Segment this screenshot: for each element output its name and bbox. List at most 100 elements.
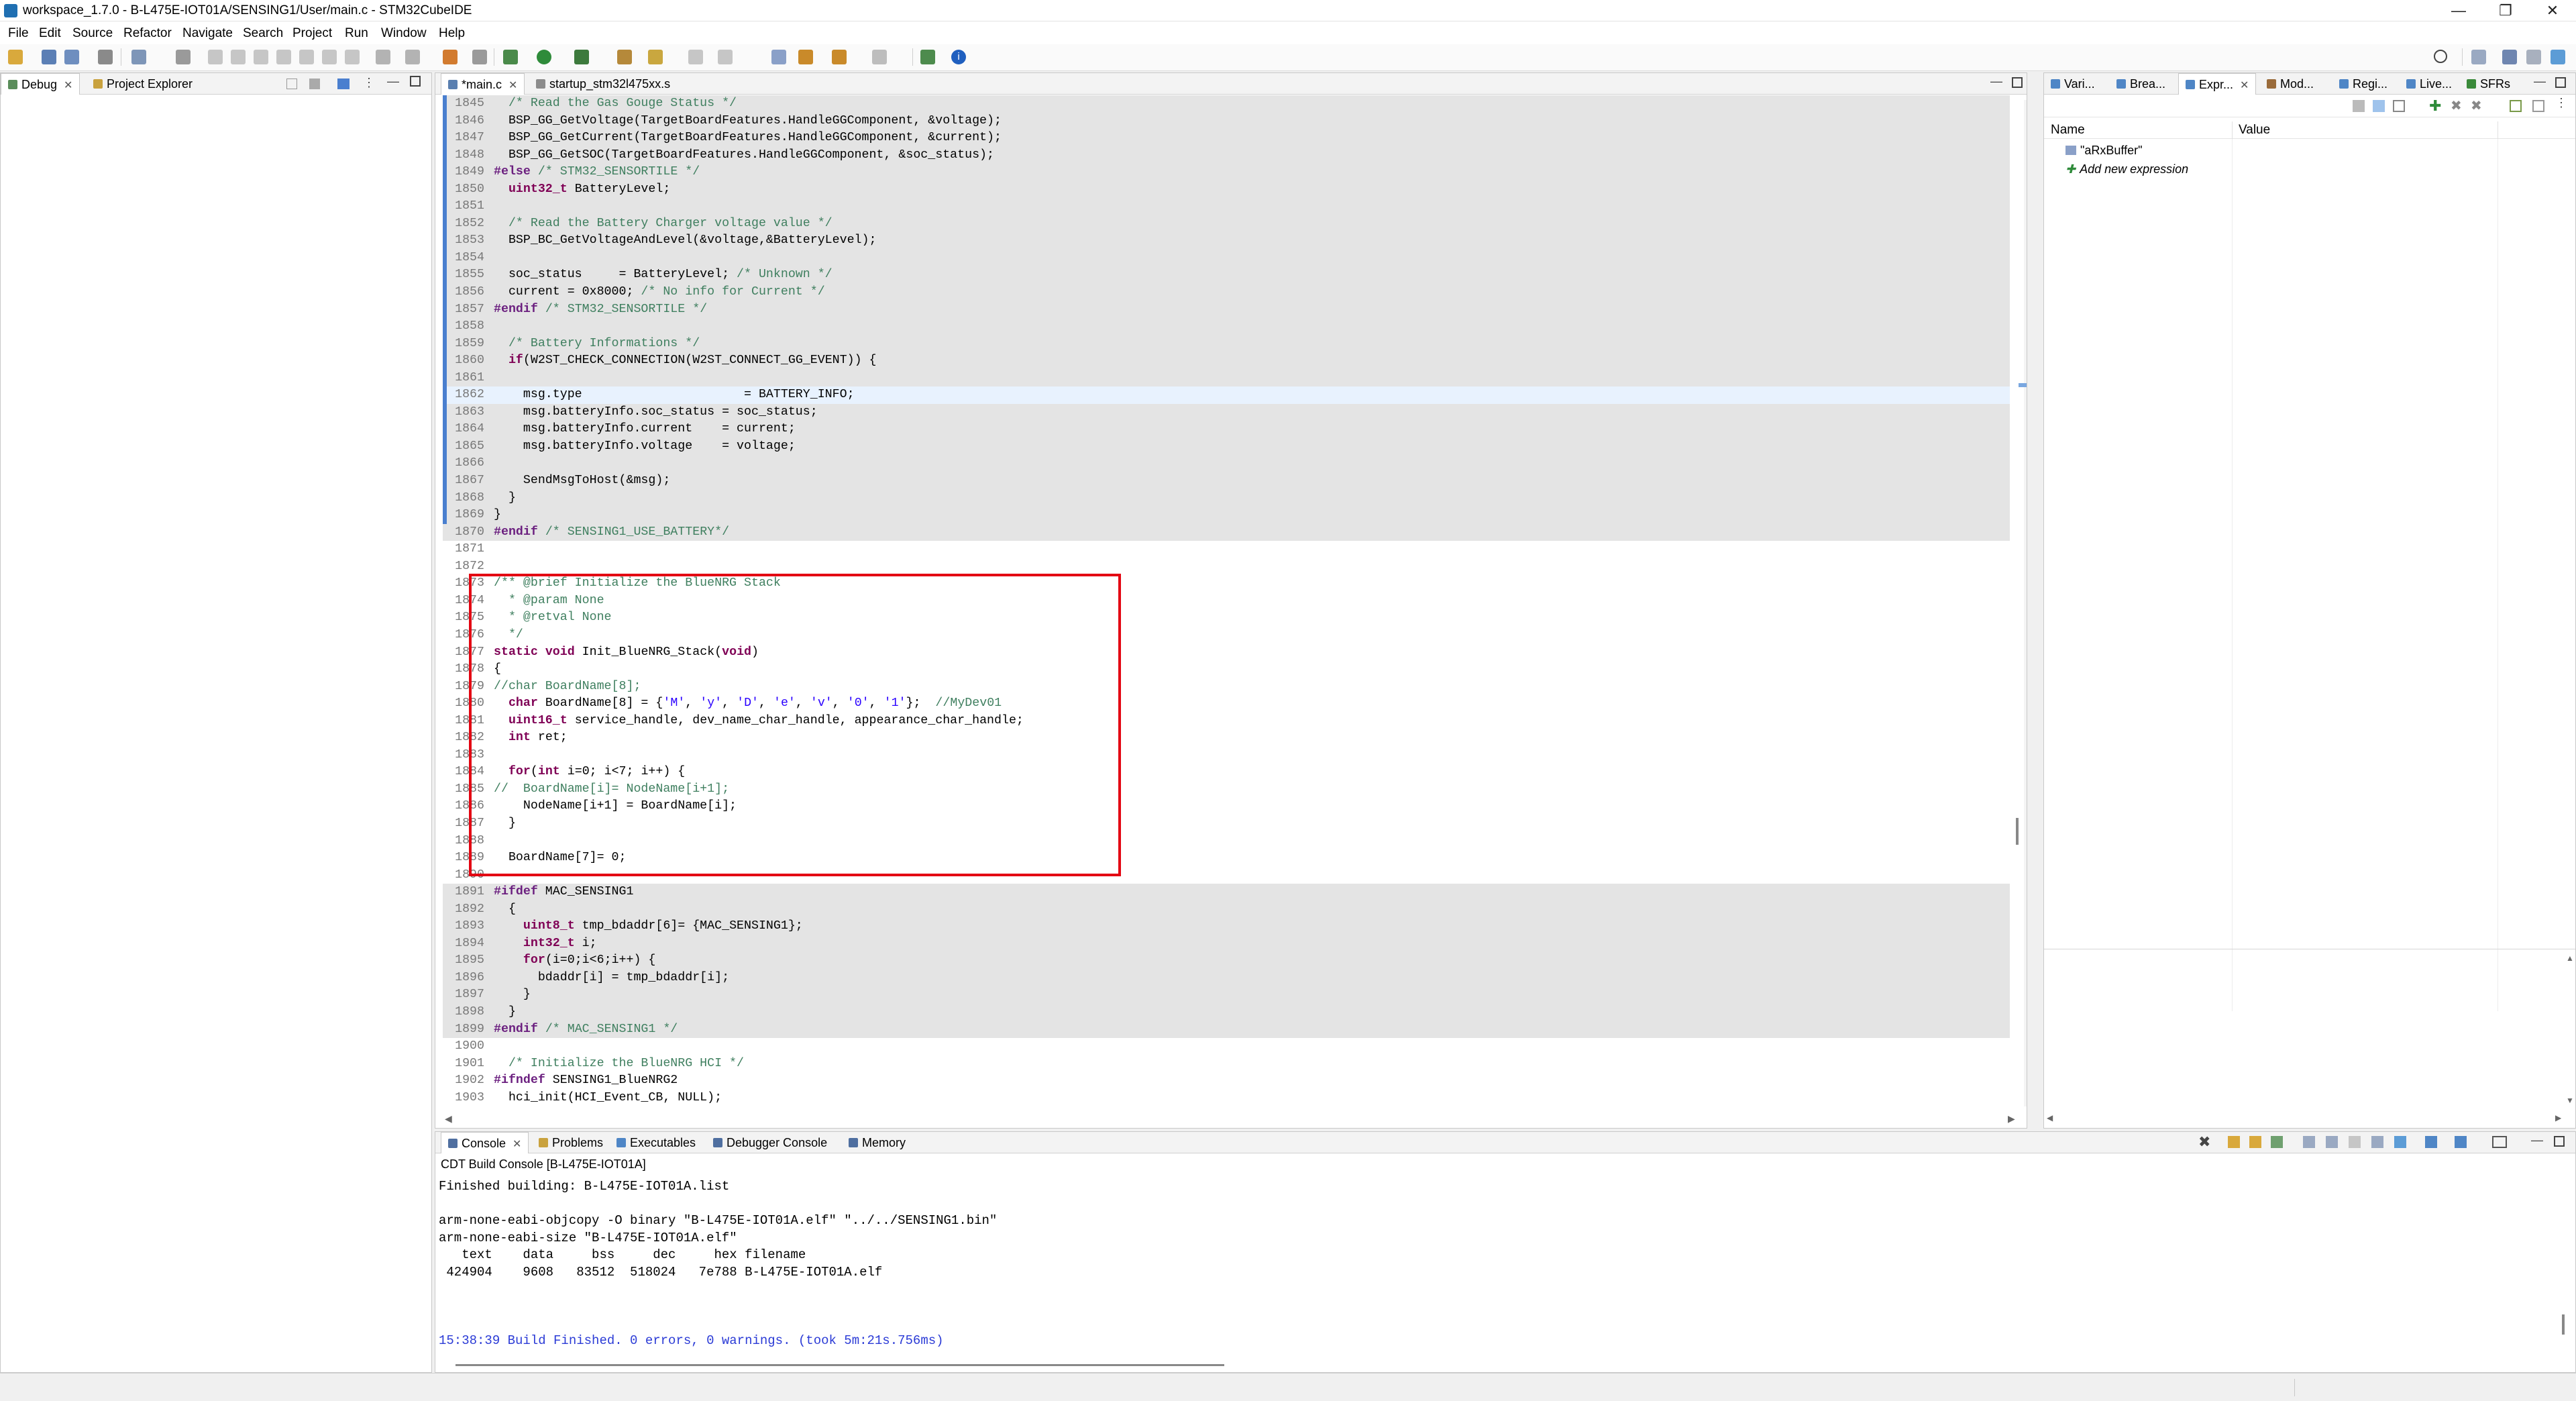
code-line[interactable]: 1846 BSP_GG_GetVoltage(TargetBoardFeatur… bbox=[443, 112, 2010, 130]
line-number[interactable]: 1894 bbox=[443, 935, 484, 953]
line-number[interactable]: 1891 bbox=[443, 884, 484, 901]
close-icon[interactable]: ✕ bbox=[508, 80, 517, 91]
line-number[interactable]: 1871 bbox=[443, 541, 484, 558]
line-number[interactable]: 1864 bbox=[443, 421, 484, 438]
menu-help[interactable]: Help bbox=[433, 26, 470, 41]
minimize-view-icon[interactable]: — bbox=[387, 74, 399, 89]
code-line[interactable]: 1896 bdaddr[i] = tmp_bdaddr[i]; bbox=[443, 969, 2010, 987]
step-into-icon[interactable] bbox=[299, 50, 314, 64]
minimize-view-icon[interactable]: — bbox=[2534, 74, 2546, 89]
filter-icon[interactable] bbox=[309, 79, 320, 89]
view-menu-icon[interactable]: ⋮ bbox=[2555, 96, 2567, 110]
code-text[interactable]: BSP_GG_GetCurrent(TargetBoardFeatures.Ha… bbox=[494, 129, 1002, 147]
line-number[interactable]: 1868 bbox=[443, 490, 484, 507]
close-icon[interactable]: ✕ bbox=[2240, 80, 2249, 91]
debug-icon[interactable] bbox=[503, 50, 518, 64]
add-expression-icon[interactable]: ✚ bbox=[2429, 99, 2441, 113]
code-line[interactable]: 1868 } bbox=[443, 489, 2010, 507]
line-number[interactable]: 1895 bbox=[443, 952, 484, 970]
scroll-up-icon[interactable]: ▲ bbox=[2566, 953, 2574, 963]
line-number[interactable]: 1848 bbox=[443, 147, 484, 164]
code-line[interactable]: 1894 int32_t i; bbox=[443, 935, 2010, 953]
view-menu-icon[interactable]: ⋮ bbox=[363, 76, 375, 90]
menu-source[interactable]: Source bbox=[67, 26, 118, 41]
code-text[interactable]: /* Read the Gas Gouge Status */ bbox=[494, 95, 737, 113]
tab-problems[interactable]: Problems bbox=[532, 1132, 610, 1153]
code-line[interactable]: 1899 #endif /* MAC_SENSING1 */ bbox=[443, 1021, 2010, 1039]
maximize-view-icon[interactable] bbox=[410, 76, 421, 87]
external-tools-icon[interactable] bbox=[574, 50, 589, 64]
code-line[interactable]: 1872 bbox=[443, 558, 2010, 576]
line-number[interactable]: 1901 bbox=[443, 1055, 484, 1073]
save-all-icon[interactable] bbox=[64, 50, 79, 64]
code-text[interactable]: /* Read the Battery Charger voltage valu… bbox=[494, 215, 833, 233]
line-number[interactable]: 1892 bbox=[443, 901, 484, 919]
clear-console-icon[interactable] bbox=[2303, 1136, 2315, 1148]
add-new-expression[interactable]: ✚ Add new expression bbox=[2065, 162, 2188, 176]
menu-edit[interactable]: Edit bbox=[34, 26, 66, 41]
code-text[interactable]: BSP_GG_GetVoltage(TargetBoardFeatures.Ha… bbox=[494, 113, 1002, 130]
line-number[interactable]: 1867 bbox=[443, 472, 484, 490]
tab-breakpoints[interactable]: Brea... bbox=[2110, 73, 2172, 95]
close-icon[interactable]: ✕ bbox=[513, 1139, 521, 1150]
open-perspective-icon[interactable] bbox=[920, 50, 935, 64]
disconnect-icon[interactable] bbox=[276, 50, 291, 64]
back-icon[interactable] bbox=[832, 50, 847, 64]
line-number[interactable]: 1856 bbox=[443, 284, 484, 301]
new-view-icon[interactable] bbox=[2510, 100, 2522, 112]
maximize-view-icon[interactable] bbox=[2554, 1136, 2565, 1147]
tab-console[interactable]: Console ✕ bbox=[441, 1132, 529, 1153]
new-console-icon[interactable] bbox=[2455, 1136, 2467, 1148]
pin-icon[interactable] bbox=[718, 50, 733, 64]
code-line[interactable]: 1893 uint8_t tmp_bdaddr[6]= {MAC_SENSING… bbox=[443, 918, 2010, 935]
tab-live-expressions[interactable]: Live... bbox=[2400, 73, 2459, 95]
code-line[interactable]: 1903 hci_init(HCI_Event_CB, NULL); bbox=[443, 1090, 2010, 1107]
menu-run[interactable]: Run bbox=[339, 26, 374, 41]
col-value[interactable]: Value bbox=[2239, 123, 2270, 138]
code-text[interactable]: soc_status = BatteryLevel; /* Unknown */ bbox=[494, 266, 833, 284]
scroll-right-icon[interactable]: ▶ bbox=[2555, 1113, 2561, 1123]
run-icon[interactable] bbox=[537, 50, 551, 64]
terminate-icon[interactable]: ✖ bbox=[2198, 1133, 2210, 1151]
code-line[interactable]: 1865 msg.batteryInfo.voltage = voltage; bbox=[443, 437, 2010, 456]
line-number[interactable]: 1870 bbox=[443, 524, 484, 541]
step-over-icon[interactable] bbox=[322, 50, 337, 64]
close-window-button[interactable]: ✕ bbox=[2529, 0, 2576, 21]
scroll-left-icon[interactable]: ◀ bbox=[2047, 1113, 2053, 1123]
code-text[interactable]: hci_init(HCI_Event_CB, NULL); bbox=[494, 1090, 722, 1107]
line-number[interactable]: 1858 bbox=[443, 318, 484, 335]
menu-project[interactable]: Project bbox=[287, 26, 337, 41]
clean-icon[interactable] bbox=[472, 50, 487, 64]
code-text[interactable]: } bbox=[494, 986, 531, 1004]
tab-memory[interactable]: Memory bbox=[842, 1132, 912, 1153]
line-number[interactable]: 1847 bbox=[443, 129, 484, 147]
layout-icon[interactable] bbox=[2532, 100, 2544, 112]
edit-icon[interactable] bbox=[688, 50, 703, 64]
code-line[interactable]: 1901 /* Initialize the BlueNRG HCI */ bbox=[443, 1055, 2010, 1073]
code-line[interactable]: 1866 bbox=[443, 455, 2010, 473]
line-number[interactable]: 1853 bbox=[443, 232, 484, 250]
menu-file[interactable]: File bbox=[3, 26, 34, 41]
code-text[interactable]: /* Battery Informations */ bbox=[494, 335, 700, 353]
build-all-icon[interactable] bbox=[443, 50, 458, 64]
line-number[interactable]: 1902 bbox=[443, 1072, 484, 1090]
code-line[interactable]: 1891 #ifdef MAC_SENSING1 bbox=[443, 884, 2010, 901]
menu-window[interactable]: Window bbox=[376, 26, 432, 41]
tab-debug[interactable]: Debug ✕ bbox=[1, 73, 80, 95]
code-line[interactable]: 1861 bbox=[443, 369, 2010, 387]
new-file-icon[interactable] bbox=[8, 50, 23, 64]
line-number[interactable]: 1845 bbox=[443, 95, 484, 113]
suspend-icon[interactable] bbox=[231, 50, 246, 64]
minimize-view-icon[interactable]: — bbox=[1990, 74, 2002, 89]
line-number[interactable]: 1866 bbox=[443, 455, 484, 472]
line-number[interactable]: 1872 bbox=[443, 558, 484, 576]
minimize-view-icon[interactable]: — bbox=[2531, 1133, 2543, 1147]
line-number[interactable]: 1893 bbox=[443, 918, 484, 935]
tab-debugger-console[interactable]: Debugger Console bbox=[706, 1132, 834, 1153]
line-number[interactable]: 1854 bbox=[443, 250, 484, 267]
maximize-view-icon[interactable] bbox=[2012, 77, 2023, 88]
scroll-down-icon[interactable]: ▼ bbox=[2566, 1096, 2574, 1105]
build-icon[interactable] bbox=[131, 50, 146, 64]
minimize-button[interactable]: — bbox=[2435, 0, 2482, 21]
code-text[interactable]: SendMsgToHost(&msg); bbox=[494, 472, 670, 490]
